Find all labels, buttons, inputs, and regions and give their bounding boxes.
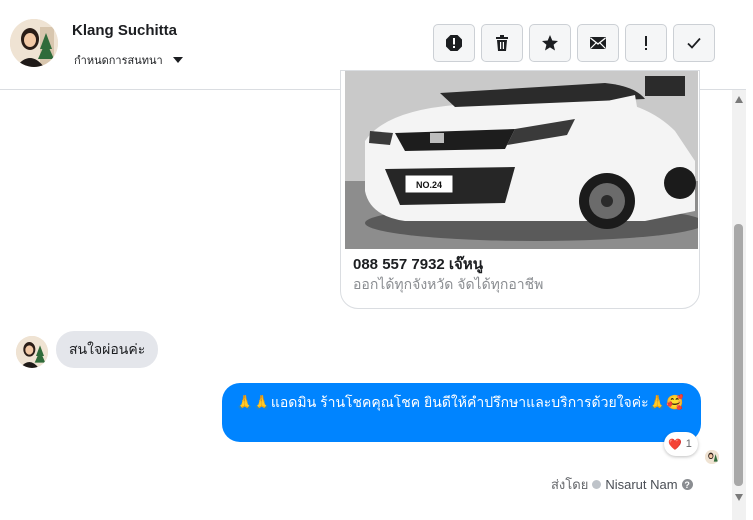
report-spam-icon: [446, 35, 462, 51]
scroll-up-arrow-icon[interactable]: [735, 96, 743, 103]
caret-down-icon: [172, 57, 183, 63]
shared-image-card[interactable]: NO.24 088 557 7932 เจ๊หนู ออกได้ทุกจังหว…: [340, 70, 700, 309]
incoming-message-bubble[interactable]: สนใจผ่อนค่ะ: [56, 331, 159, 368]
mail-icon: [590, 37, 606, 49]
message-reaction[interactable]: ❤️ 1: [664, 432, 698, 456]
status-dot-icon: [592, 480, 602, 489]
card-subtitle: ออกได้ทุกจังหวัด จัดได้ทุกอาชีพ: [353, 276, 544, 292]
outgoing-message-bubble[interactable]: 🙏🙏แอดมิน ร้านโชคคุณโชค ยินดีให้คำปรึกษาแ…: [222, 383, 701, 442]
action-toolbar: [433, 24, 715, 62]
contact-name[interactable]: Klang Suchitta: [72, 22, 177, 39]
contact-avatar[interactable]: [10, 19, 58, 67]
star-icon: [542, 35, 558, 51]
heart-icon: ❤️: [668, 438, 682, 451]
seen-by-avatar: [705, 450, 719, 464]
assign-label: กำหนดการสนทนา: [74, 55, 163, 67]
sender-avatar[interactable]: [16, 336, 48, 368]
scroll-down-arrow-icon[interactable]: [735, 494, 743, 501]
help-icon[interactable]: ?: [681, 479, 693, 490]
assign-conversation-dropdown[interactable]: กำหนดการสนทนา: [74, 51, 183, 69]
star-button[interactable]: [529, 24, 571, 62]
license-plate-text: NO.24: [416, 180, 442, 190]
delete-button[interactable]: [481, 24, 523, 62]
reaction-count: 1: [685, 438, 692, 450]
sent-by-info: ส่งโดย Nisarut Nam ?: [551, 474, 693, 495]
mark-done-button[interactable]: [673, 24, 715, 62]
message-scrollbar[interactable]: [732, 90, 746, 520]
scroll-thumb[interactable]: [734, 224, 743, 486]
sent-by-prefix: ส่งโดย: [551, 477, 589, 492]
done-check-icon: [687, 37, 701, 49]
follow-up-button[interactable]: [625, 24, 667, 62]
trash-icon: [496, 35, 508, 51]
sent-by-name[interactable]: Nisarut Nam: [605, 477, 677, 492]
mark-unread-button[interactable]: [577, 24, 619, 62]
window-edge: [746, 0, 753, 520]
follow-up-icon: [645, 36, 647, 50]
mark-spam-button[interactable]: [433, 24, 475, 62]
card-title: 088 557 7932 เจ๊หนู: [353, 256, 483, 273]
car-photo: NO.24: [345, 71, 698, 249]
